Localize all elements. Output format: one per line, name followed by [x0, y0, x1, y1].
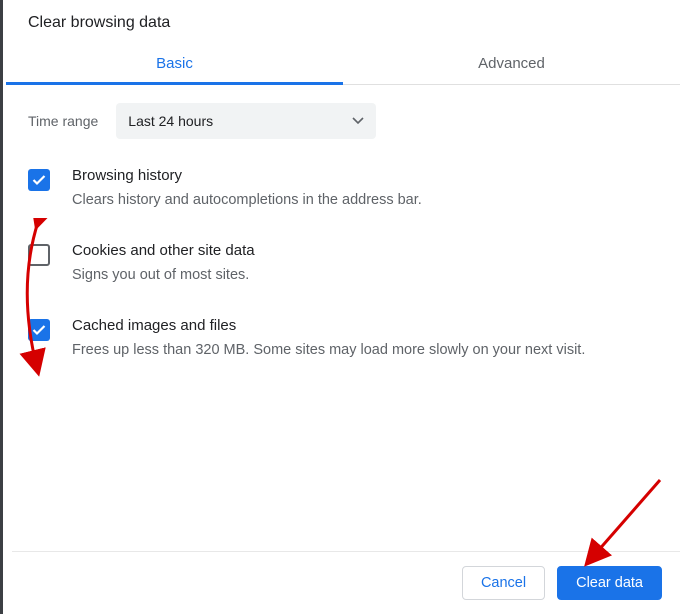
time-range-label: Time range — [28, 113, 98, 129]
checkbox-cached[interactable] — [28, 319, 50, 341]
tabs: Basic Advanced — [6, 42, 680, 85]
clear-browsing-data-dialog: Clear browsing data Basic Advanced Time … — [6, 0, 680, 614]
dialog-footer: Cancel Clear data — [12, 551, 680, 614]
clear-data-button[interactable]: Clear data — [557, 566, 662, 600]
tab-basic[interactable]: Basic — [6, 42, 343, 84]
dialog-title: Clear browsing data — [6, 0, 680, 42]
dropdown-caret-icon — [352, 117, 364, 125]
item-desc-cached: Frees up less than 320 MB. Some sites ma… — [72, 340, 585, 362]
item-desc-cookies: Signs you out of most sites. — [72, 265, 255, 287]
time-range-select[interactable]: Last 24 hours — [116, 103, 376, 139]
time-range-value: Last 24 hours — [128, 113, 213, 129]
item-title-cookies: Cookies and other site data — [72, 242, 255, 259]
cancel-button[interactable]: Cancel — [462, 566, 545, 600]
tab-advanced[interactable]: Advanced — [343, 42, 680, 84]
item-desc-browsing-history: Clears history and autocompletions in th… — [72, 190, 422, 212]
checkbox-browsing-history[interactable] — [28, 169, 50, 191]
checkbox-cookies[interactable] — [28, 244, 50, 266]
item-title-browsing-history: Browsing history — [72, 167, 422, 184]
item-title-cached: Cached images and files — [72, 317, 585, 334]
